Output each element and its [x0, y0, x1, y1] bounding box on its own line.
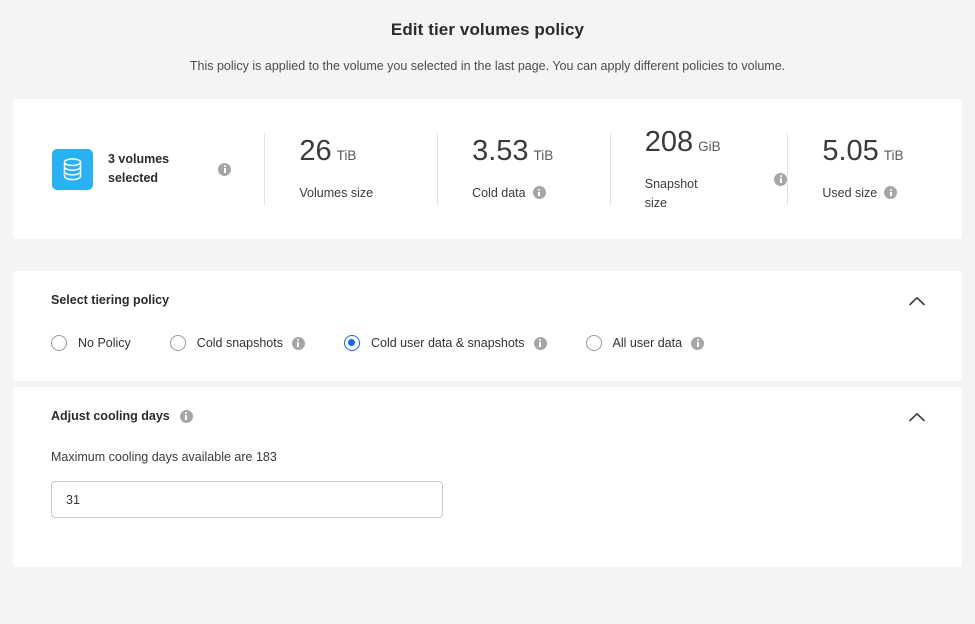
volumes-size-unit: TiB: [337, 148, 357, 163]
used-size-label: Used size: [822, 184, 960, 203]
volumes-selected-label: 3 volumes selected: [108, 150, 194, 188]
info-icon[interactable]: [533, 186, 546, 199]
info-icon[interactable]: [218, 163, 231, 176]
info-icon[interactable]: [292, 337, 305, 350]
info-icon[interactable]: [534, 337, 547, 350]
radio-label: No Policy: [78, 336, 131, 350]
page-header: Edit tier volumes policy This policy is …: [0, 0, 975, 73]
tiering-policy-radio-group: No Policy Cold snapshots Cold user data …: [13, 307, 962, 381]
database-icon: [52, 149, 93, 190]
stat-used-size: 5.05TiB Used size: [787, 99, 960, 239]
used-size-unit: TiB: [884, 148, 904, 163]
panel-bottom-spacer: [51, 518, 962, 567]
cold-data-value: 3.53TiB: [472, 135, 610, 172]
radio-option-no-policy[interactable]: No Policy: [51, 335, 131, 351]
snapshot-size-label: Snapshot size: [645, 175, 719, 213]
page-subtitle: This policy is applied to the volume you…: [0, 59, 975, 73]
info-icon[interactable]: [884, 186, 897, 199]
volume-stats-card: 3 volumes selected 26TiB Volumes size 3.…: [13, 99, 962, 239]
cold-data-label: Cold data: [472, 184, 610, 203]
cold-data-unit: TiB: [534, 148, 554, 163]
stat-volumes-size: 26TiB Volumes size: [264, 99, 437, 239]
volumes-size-label: Volumes size: [299, 184, 437, 203]
radio-option-all-user-data[interactable]: All user data: [586, 335, 704, 351]
adjust-cooling-days-panel: Adjust cooling days Maximum cooling days…: [13, 387, 962, 567]
edit-tier-volumes-policy-page: Edit tier volumes policy This policy is …: [0, 0, 975, 624]
radio-button[interactable]: [586, 335, 602, 351]
chevron-up-icon[interactable]: [909, 293, 925, 303]
cooling-panel-header[interactable]: Adjust cooling days: [13, 387, 962, 423]
cooling-days-body: Maximum cooling days available are 183: [13, 423, 962, 567]
radio-label: Cold user data & snapshots: [371, 336, 525, 350]
stat-snapshot-size: 208GiB Snapshot size: [610, 99, 788, 239]
cooling-days-hint: Maximum cooling days available are 183: [51, 423, 962, 464]
radio-option-cold-user-data-and-snapshots[interactable]: Cold user data & snapshots: [344, 335, 547, 351]
radio-button[interactable]: [51, 335, 67, 351]
tiering-panel-header[interactable]: Select tiering policy: [13, 271, 962, 307]
info-icon[interactable]: [691, 337, 704, 350]
cooling-days-input[interactable]: [51, 481, 443, 518]
select-tiering-policy-panel: Select tiering policy No Policy Cold sna…: [13, 271, 962, 381]
radio-label: All user data: [613, 336, 682, 350]
volumes-selected-line-1: 3 volumes: [108, 150, 194, 169]
radio-label: Cold snapshots: [197, 336, 283, 350]
volumes-size-value: 26TiB: [299, 135, 437, 172]
tiering-panel-title: Select tiering policy: [51, 293, 169, 307]
info-icon[interactable]: [180, 410, 193, 423]
cooling-panel-title: Adjust cooling days: [51, 409, 170, 423]
radio-option-cold-snapshots[interactable]: Cold snapshots: [170, 335, 305, 351]
page-title: Edit tier volumes policy: [0, 20, 975, 40]
volumes-selected-line-2: selected: [108, 169, 194, 188]
used-size-value: 5.05TiB: [822, 135, 960, 172]
stat-cold-data: 3.53TiB Cold data: [437, 99, 610, 239]
radio-button[interactable]: [170, 335, 186, 351]
stat-volumes-selected: 3 volumes selected: [15, 99, 264, 239]
info-icon[interactable]: [774, 173, 787, 186]
snapshot-size-unit: GiB: [698, 139, 721, 154]
radio-button[interactable]: [344, 335, 360, 351]
snapshot-size-value: 208GiB: [645, 126, 765, 163]
chevron-up-icon[interactable]: [909, 409, 925, 419]
